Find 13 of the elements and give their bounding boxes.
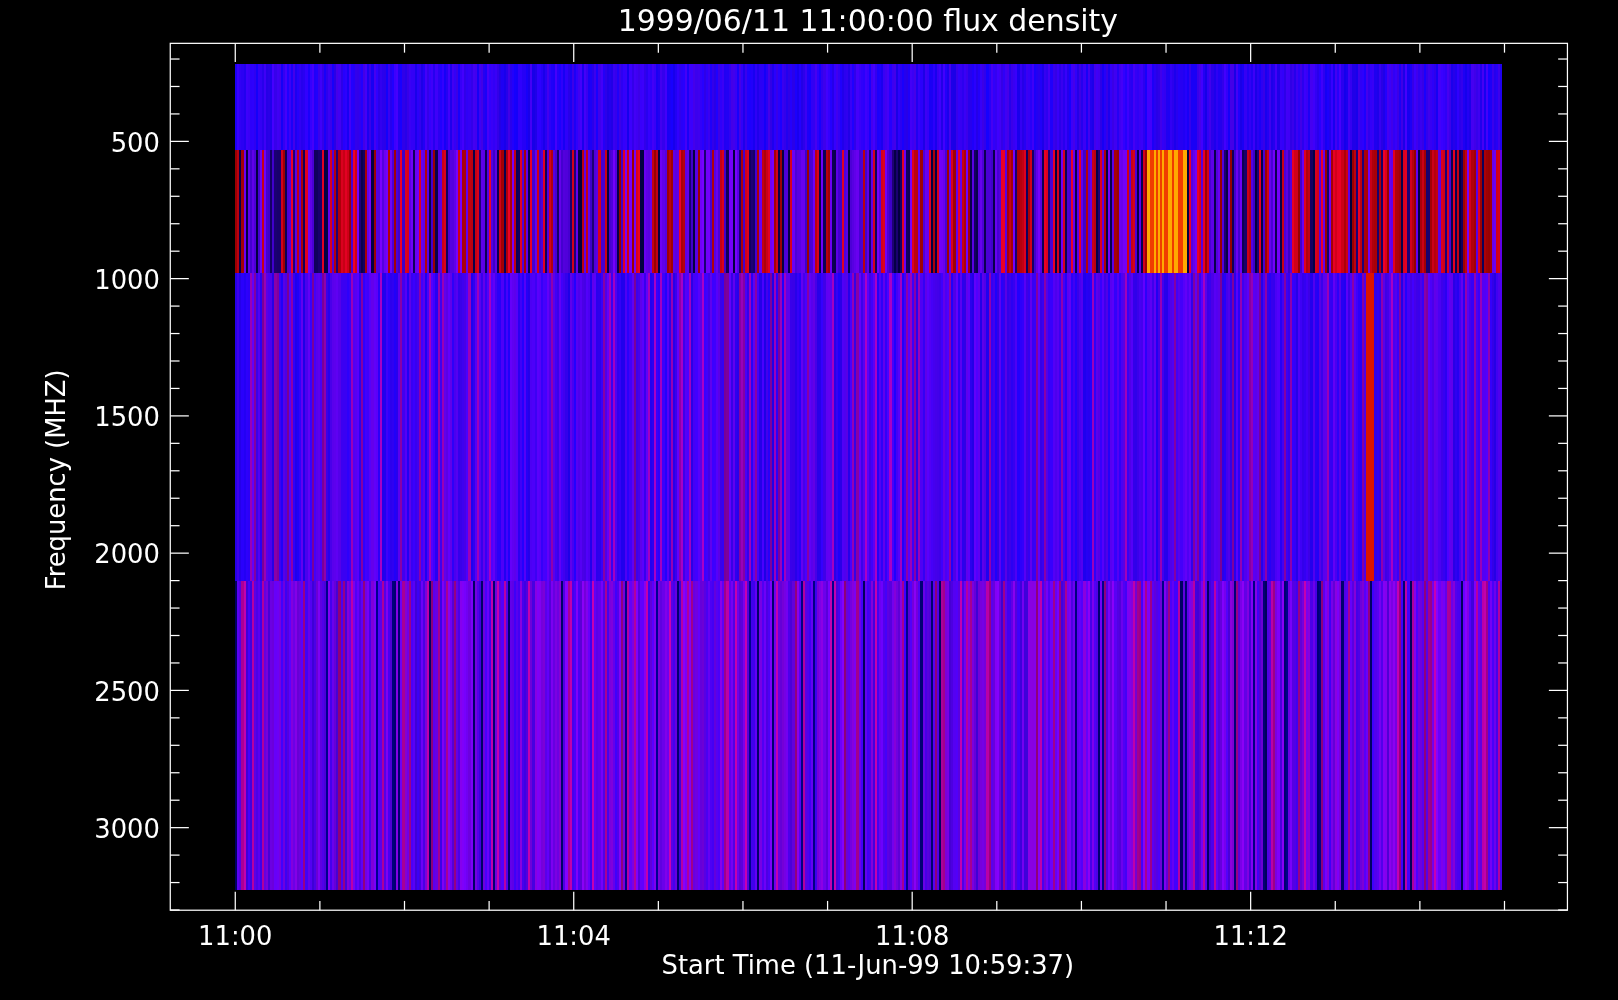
tick-label: 3000 — [94, 814, 160, 844]
tick-label: 11:04 — [536, 921, 611, 952]
chart-title: 1999/06/11 11:00:00 flux density — [617, 2, 1118, 38]
tick-label: 1500 — [94, 402, 160, 433]
tick-label: 1000 — [94, 264, 160, 295]
tick-label: 11:08 — [875, 921, 950, 952]
tick-label: 11:00 — [198, 921, 273, 952]
tick-label: 500 — [110, 127, 160, 158]
tick-label: 11:12 — [1213, 921, 1288, 952]
tick-label: 2500 — [94, 676, 160, 707]
axis-title: Frequency (MHZ) — [41, 369, 71, 591]
axis-title: Start Time (11-Jun-99 10:59:37) — [661, 950, 1075, 981]
tick-label: 2000 — [94, 539, 160, 570]
